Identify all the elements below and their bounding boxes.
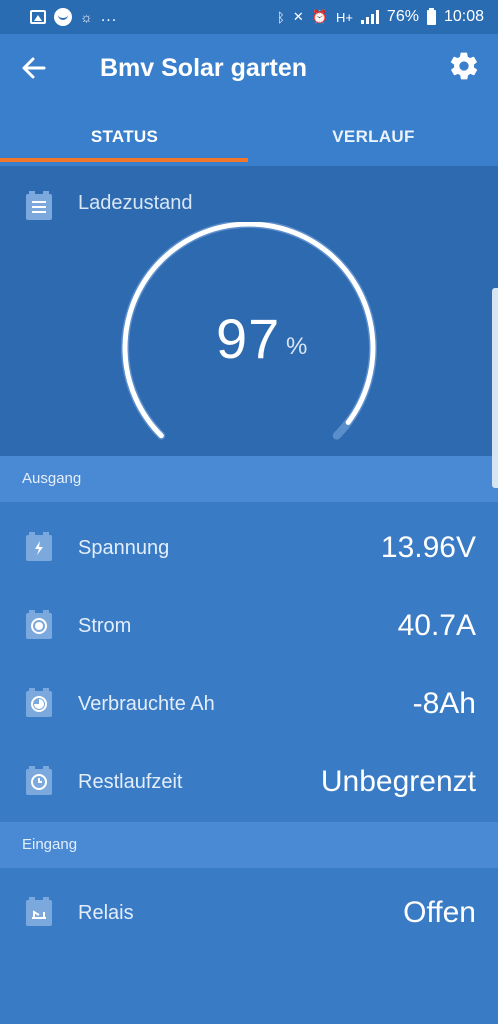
gear-icon: [450, 52, 478, 80]
battery-percent: 76%: [386, 8, 419, 25]
consumed-glyph: [31, 696, 47, 712]
battery-icon: [426, 7, 436, 25]
consumed-icon: [26, 688, 52, 717]
signal-strength-icon: [360, 10, 379, 24]
row-relais[interactable]: Relais Offen: [0, 874, 498, 952]
arrow-back-icon: [22, 57, 46, 79]
page-title: Bmv Solar garten: [100, 54, 308, 82]
bluetooth-icon: ᛒ: [277, 9, 285, 25]
row-label: Restlaufzeit: [78, 771, 183, 793]
status-bar-right: ᛒ ✕ ⏰ H+ 76% 10:08: [277, 7, 484, 26]
relay-glyph: [32, 910, 46, 919]
status-bar-left: ☼ ...: [30, 8, 117, 26]
section-header-ausgang: Ausgang: [0, 456, 498, 502]
row-label: Verbrauchte Ah: [78, 693, 215, 715]
mute-icon: ✕: [292, 9, 304, 24]
back-button[interactable]: [18, 52, 50, 84]
row-value: -8Ah: [412, 687, 476, 720]
bolt-icon: [26, 532, 52, 561]
edge-panel-handle[interactable]: [492, 288, 498, 488]
row-label: Relais: [78, 902, 134, 924]
section-header-eingang: Eingang: [0, 822, 498, 868]
relay-icon: [26, 897, 52, 926]
clock-glyph: [31, 774, 47, 790]
tab-verlauf-label: VERLAUF: [332, 127, 415, 146]
more-notifications-indicator: ...: [100, 8, 118, 25]
status-bar: ☼ ... ᛒ ✕ ⏰ H+ 76% 10:08: [0, 0, 498, 34]
settings-button[interactable]: [448, 50, 480, 82]
row-label: Spannung: [78, 537, 170, 559]
row-restlaufzeit[interactable]: Restlaufzeit Unbegrenzt: [0, 743, 498, 821]
network-type-icon: H+: [335, 9, 353, 25]
row-value: Unbegrenzt: [320, 765, 476, 798]
clock-time: 10:08: [443, 8, 484, 25]
menu-list-icon: [26, 191, 52, 220]
gallery-notification-icon: [30, 10, 46, 24]
row-value: 40.7A: [397, 609, 476, 642]
row-verbrauchte-ah[interactable]: Verbrauchte Ah -8Ah: [0, 665, 498, 743]
gauge-label: Ladezustand: [78, 192, 193, 214]
tab-status-label: STATUS: [90, 127, 159, 146]
gauge-value: 97: [216, 307, 281, 370]
current-icon: [26, 610, 52, 639]
clock-icon: [26, 766, 52, 795]
app-bar: Bmv Solar garten STATUS VERLAUF: [0, 34, 498, 166]
row-value: 13.96V: [380, 531, 476, 564]
current-glyph: [31, 618, 47, 634]
active-tab-indicator: [0, 158, 248, 162]
state-of-charge-panel: Ladezustand 97 %: [0, 166, 498, 456]
list-lines-glyph: [32, 201, 46, 213]
row-value: Offen: [403, 896, 476, 929]
gauge-unit: %: [286, 333, 308, 360]
row-label: Strom: [78, 615, 132, 637]
row-strom[interactable]: Strom 40.7A: [0, 587, 498, 665]
app-notification-icon: [54, 8, 72, 26]
bolt-glyph: [35, 541, 43, 555]
tab-verlauf[interactable]: VERLAUF: [249, 112, 498, 162]
weather-notification-icon: ☼: [80, 9, 93, 25]
alarm-icon: ⏰: [311, 9, 328, 24]
tab-status[interactable]: STATUS: [0, 112, 249, 162]
row-spannung[interactable]: Spannung 13.96V: [0, 509, 498, 587]
